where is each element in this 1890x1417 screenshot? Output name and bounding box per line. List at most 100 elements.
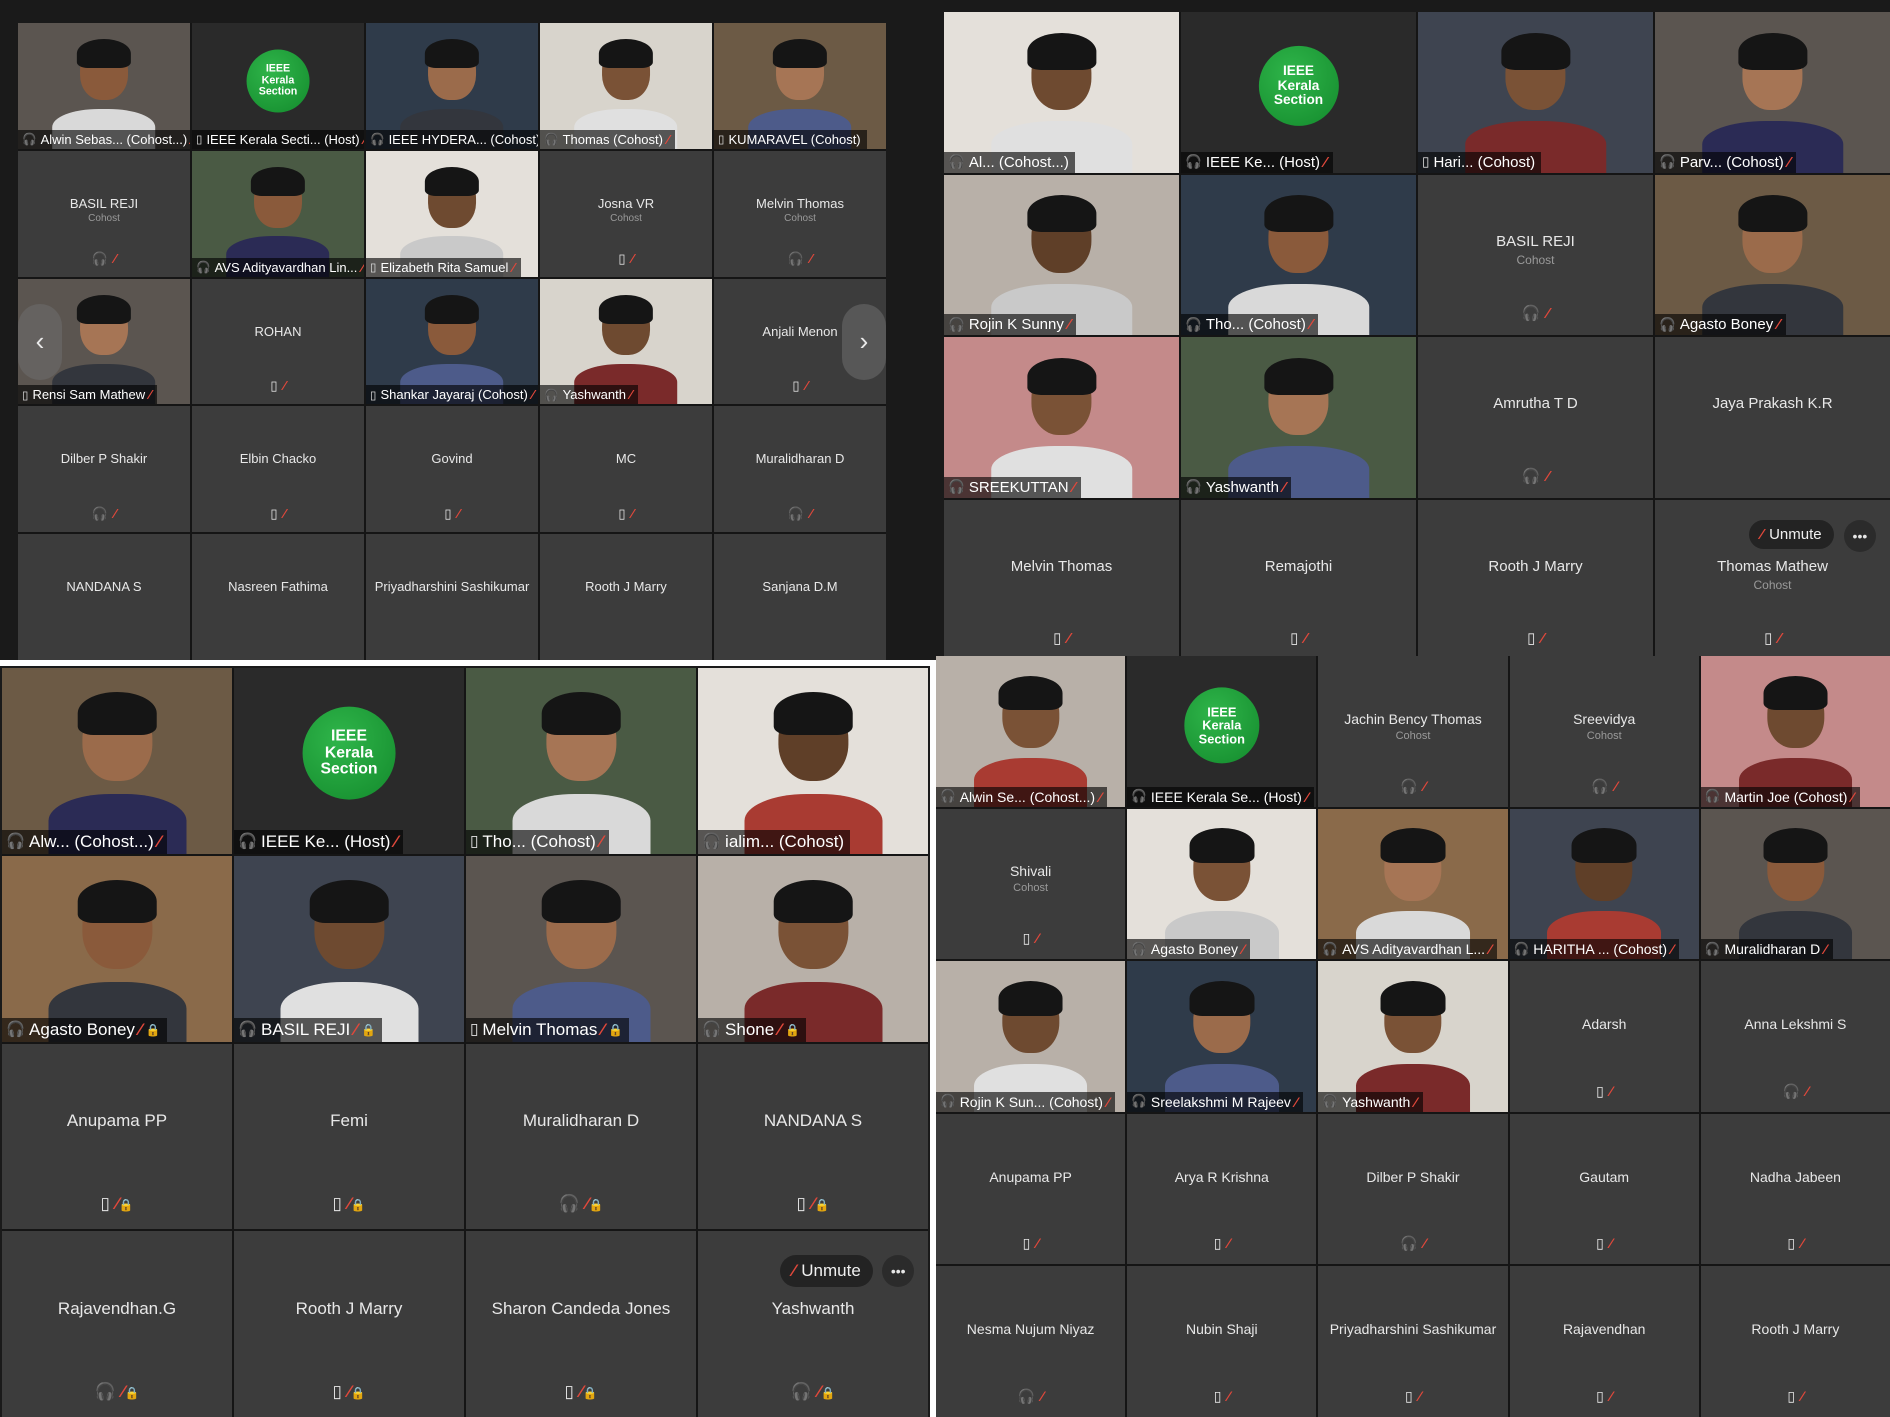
participant-tile-avatarless[interactable]: Anupama PP ▯ ⁄ [936, 1113, 1126, 1265]
participant-tile-avatarless[interactable]: Rajavendhan.G 🎧 ⁄🔒 [2, 1231, 232, 1417]
participant-tile-host[interactable]: IEEE Kerala Section 🎧 IEEE Kerala Se... (Hos… [1127, 656, 1317, 807]
phone-icon: ▯ [370, 388, 377, 402]
participant-tile-avatarless[interactable]: Melvin Thomas Cohost 🎧 ⁄ [714, 150, 886, 277]
mic-muted-icon: ⁄ [1227, 1235, 1230, 1252]
participant-tile-video[interactable]: 🎧 Shone ⁄ 🔒 [698, 855, 928, 1042]
participant-tile-avatarless[interactable]: Nubin Shaji ▯ ⁄ [1127, 1266, 1317, 1417]
participant-name: NANDANA S [763, 1111, 863, 1131]
participant-tile-avatarless[interactable]: Sreevidya Cohost 🎧 ⁄ [1509, 656, 1699, 807]
participant-tile-video[interactable]: 🎧 Alwin Se... (Cohost...) ⁄ [936, 656, 1126, 807]
participant-tile-avatarless[interactable]: Priyadharshini Sashikumar ▯ ⁄ [1318, 1266, 1508, 1417]
participant-tile-video[interactable]: 🎧 Yashwanth ⁄ [1181, 337, 1416, 498]
participant-tile-avatarless[interactable]: Adarsh ▯ ⁄ [1509, 961, 1699, 1112]
mic-muted-icon: ⁄ [138, 1019, 142, 1039]
headset-icon: 🎧 [940, 789, 956, 804]
participant-tile-avatarless[interactable]: BASIL REJI Cohost 🎧 ⁄ [18, 150, 190, 277]
participant-tile-avatarless[interactable]: Yashwanth 🎧 ⁄🔒 ⁄ Unmute ••• [698, 1231, 928, 1417]
participant-tile-avatarless[interactable]: Femi ▯ ⁄🔒 [234, 1043, 464, 1230]
participant-tile-avatarless[interactable]: Dilber P Shakir 🎧 ⁄ [18, 406, 190, 533]
participant-name: Sreevidya [1573, 710, 1636, 727]
mic-muted-icon: ⁄ [1851, 788, 1854, 805]
participant-tile-avatarless[interactable]: Jachin Bency Thomas Cohost 🎧 ⁄ [1318, 656, 1508, 807]
participant-tile-avatarless[interactable]: Gautam ▯ ⁄ [1509, 1113, 1699, 1265]
participant-tile-avatarless[interactable]: Muralidharan D 🎧 ⁄ [714, 406, 886, 533]
participant-tile-avatarless[interactable]: Josna VR Cohost ▯ ⁄ [540, 150, 712, 277]
participant-tile-avatarless[interactable]: MC ▯ ⁄ [540, 406, 712, 533]
participant-tile-video[interactable]: 🎧Alwin Sebas... (Cohost...)⁄ [18, 23, 190, 149]
participant-tile-video[interactable]: 🎧 Rojin K Sun... (Cohost) ⁄ [936, 961, 1126, 1112]
participant-tile-avatarless[interactable]: Remajothi ▯ ⁄ [1181, 499, 1416, 660]
participant-tile-avatarless[interactable]: Rooth J Marry ▯ ⁄ [1700, 1266, 1890, 1417]
participant-tile-video[interactable]: 🎧 Tho... (Cohost) ⁄ [1181, 174, 1416, 335]
participant-tile-video[interactable]: 🎧 Thomas (Cohost) ⁄ [540, 23, 712, 149]
chevron-right-icon[interactable]: › [842, 303, 886, 380]
more-icon[interactable]: ••• [882, 1255, 915, 1288]
participant-tile-video[interactable]: 🎧 Muralidharan D ⁄ [1700, 808, 1890, 960]
participant-tile-avatarless[interactable]: Nesma Nujum Niyaz 🎧 ⁄ [936, 1266, 1126, 1417]
participant-tile-video[interactable]: 🎧 Parv... (Cohost) ⁄ [1655, 12, 1890, 173]
participant-tile-video[interactable]: 🎧 Yashwanth ⁄ [540, 278, 712, 405]
participant-tile-avatarless[interactable]: Elbin Chacko ▯ ⁄ [192, 406, 364, 533]
more-icon[interactable]: ••• [1843, 520, 1876, 553]
participant-tile-video[interactable]: ▯ Melvin Thomas ⁄ 🔒 [466, 855, 696, 1042]
participant-tile-video[interactable]: 🎧 BASIL REJI ⁄ 🔒 [234, 855, 464, 1042]
participant-tile-video[interactable]: 🎧 Martin Joe (Cohost) ⁄ [1700, 656, 1890, 807]
participant-tile-avatarless[interactable]: Sanjana D.M [714, 534, 886, 660]
participant-tile-video[interactable]: ▯ Hari... (Cohost) [1418, 12, 1653, 173]
participant-tile-avatarless[interactable]: Priyadharshini Sashikumar [366, 534, 538, 660]
participant-tile-video[interactable]: 🎧 AVS Adityavardhan L... ⁄ [1318, 808, 1508, 960]
participant-tile-avatarless[interactable]: NANDANA S [18, 534, 190, 660]
participant-tile-avatarless[interactable]: Anupama PP ▯ ⁄🔒 [2, 1043, 232, 1230]
participant-tile-video[interactable]: 🎧 HARITHA ... (Cohost) ⁄ [1509, 808, 1699, 960]
unmute-button[interactable]: ⁄ Unmute [780, 1255, 873, 1288]
participant-tile-video[interactable]: ▯ Tho... (Cohost) ⁄ [466, 668, 696, 854]
participant-tile-avatarless[interactable]: Nasreen Fathima [192, 534, 364, 660]
participant-tile-avatarless[interactable]: Sharon Candeda Jones ▯ ⁄🔒 [466, 1231, 696, 1417]
participant-tile-video[interactable]: 🎧 ialim... (Cohost) [698, 668, 928, 854]
participant-tile-avatarless[interactable]: Anna Lekshmi S 🎧 ⁄ [1700, 961, 1890, 1112]
participant-tile-video[interactable]: ▯ Shankar Jayaraj (Cohost) ⁄ [366, 278, 538, 405]
participant-tile-avatarless[interactable]: Rooth J Marry ▯ ⁄ [1418, 499, 1653, 660]
participant-tile-video[interactable]: 🎧 Rojin K Sunny ⁄ [944, 174, 1179, 335]
participant-tile-avatarless[interactable]: Thomas Mathew Cohost ▯ ⁄ ⁄ Unmute ••• [1655, 499, 1890, 660]
participant-tile-video[interactable]: 🎧IEEE HYDERA... (Cohost)⁄ [366, 23, 538, 149]
participant-tile-video[interactable]: 🎧 Alw... (Cohost...) ⁄ [2, 668, 232, 854]
participant-tile-avatarless[interactable]: Jaya Prakash K.R [1655, 337, 1890, 498]
participant-tile-avatarless[interactable]: Melvin Thomas ▯ ⁄ [944, 499, 1179, 660]
participant-tile-video[interactable]: 🎧 AVS Adityavardhan Lin... ⁄ [192, 150, 364, 277]
participant-tile-video[interactable]: 🎧 SREEKUTTAN ⁄ [944, 337, 1179, 498]
participant-tile-video[interactable]: ▯ Elizabeth Rita Samuel ⁄ [366, 150, 538, 277]
participant-tile-avatarless[interactable]: Rajavendhan ▯ ⁄ [1509, 1266, 1699, 1417]
participant-name-bar: 🎧 Alwin Se... (Cohost...) ⁄ [936, 786, 1108, 807]
participant-tile-avatarless[interactable]: Rooth J Marry [540, 534, 712, 660]
headset-icon: 🎧 [948, 316, 965, 332]
participant-tile-video[interactable]: ▯ KUMARAVEL (Cohost) [714, 23, 886, 149]
participant-tile-avatarless[interactable]: BASIL REJI Cohost 🎧 ⁄ [1418, 174, 1653, 335]
participant-tile-avatarless[interactable]: Govind ▯ ⁄ [366, 406, 538, 533]
participant-tile-video[interactable]: 🎧 Agasto Boney ⁄ [1127, 808, 1317, 960]
participant-tile-avatarless[interactable]: Nadha Jabeen ▯ ⁄ [1700, 1113, 1890, 1265]
participant-tile-avatarless[interactable]: Arya R Krishna ▯ ⁄ [1127, 1113, 1317, 1265]
participant-tile-video[interactable]: 🎧 Agasto Boney ⁄ [1655, 174, 1890, 335]
participant-tile-host[interactable]: IEEE Kerala Section ▯ IEEE Kerala Secti... (… [192, 23, 364, 149]
participant-role: Cohost [1586, 729, 1622, 742]
participant-tile-avatarless[interactable]: ROHAN ▯ ⁄ [192, 278, 364, 405]
chevron-left-icon[interactable]: ‹ [18, 303, 62, 380]
participant-tile-avatarless[interactable]: Dilber P Shakir 🎧 ⁄ [1318, 1113, 1508, 1265]
participant-tile-avatarless[interactable]: Shivali Cohost ▯ ⁄ [936, 808, 1126, 960]
participant-tile-video[interactable]: 🎧 Yashwanth ⁄ [1318, 961, 1508, 1112]
participant-tile-host[interactable]: IEEE Kerala Section 🎧 IEEE Ke... (Host) ⁄ [234, 668, 464, 854]
participant-tile-avatarless[interactable]: Amrutha T D 🎧 ⁄ [1418, 337, 1653, 498]
participant-tile-avatarless[interactable]: Rooth J Marry ▯ ⁄🔒 [234, 1231, 464, 1417]
participant-tile-avatarless[interactable]: Muralidharan D 🎧 ⁄🔒 [466, 1043, 696, 1230]
unmute-button[interactable]: ⁄ Unmute [1748, 520, 1834, 550]
participant-tile-video[interactable]: 🎧 Al... (Cohost...) [944, 12, 1179, 173]
ieee-kerala-section-logo: IEEE Kerala Section [1258, 45, 1339, 126]
mic-muted-icon: ⁄ [114, 250, 117, 266]
participant-tile-host[interactable]: IEEE Kerala Section 🎧 IEEE Ke... (Host) ⁄ [1181, 12, 1416, 173]
participant-tile-video[interactable]: 🎧 Agasto Boney ⁄ 🔒 [2, 855, 232, 1042]
phone-icon: ▯ [100, 1194, 110, 1214]
participant-tile-video[interactable]: 🎧 Sreelakshmi M Rajeev ⁄ [1127, 961, 1317, 1112]
participant-tile-avatarless[interactable]: NANDANA S ▯ ⁄🔒 [698, 1043, 928, 1230]
headset-icon: 🎧 [1513, 941, 1530, 956]
